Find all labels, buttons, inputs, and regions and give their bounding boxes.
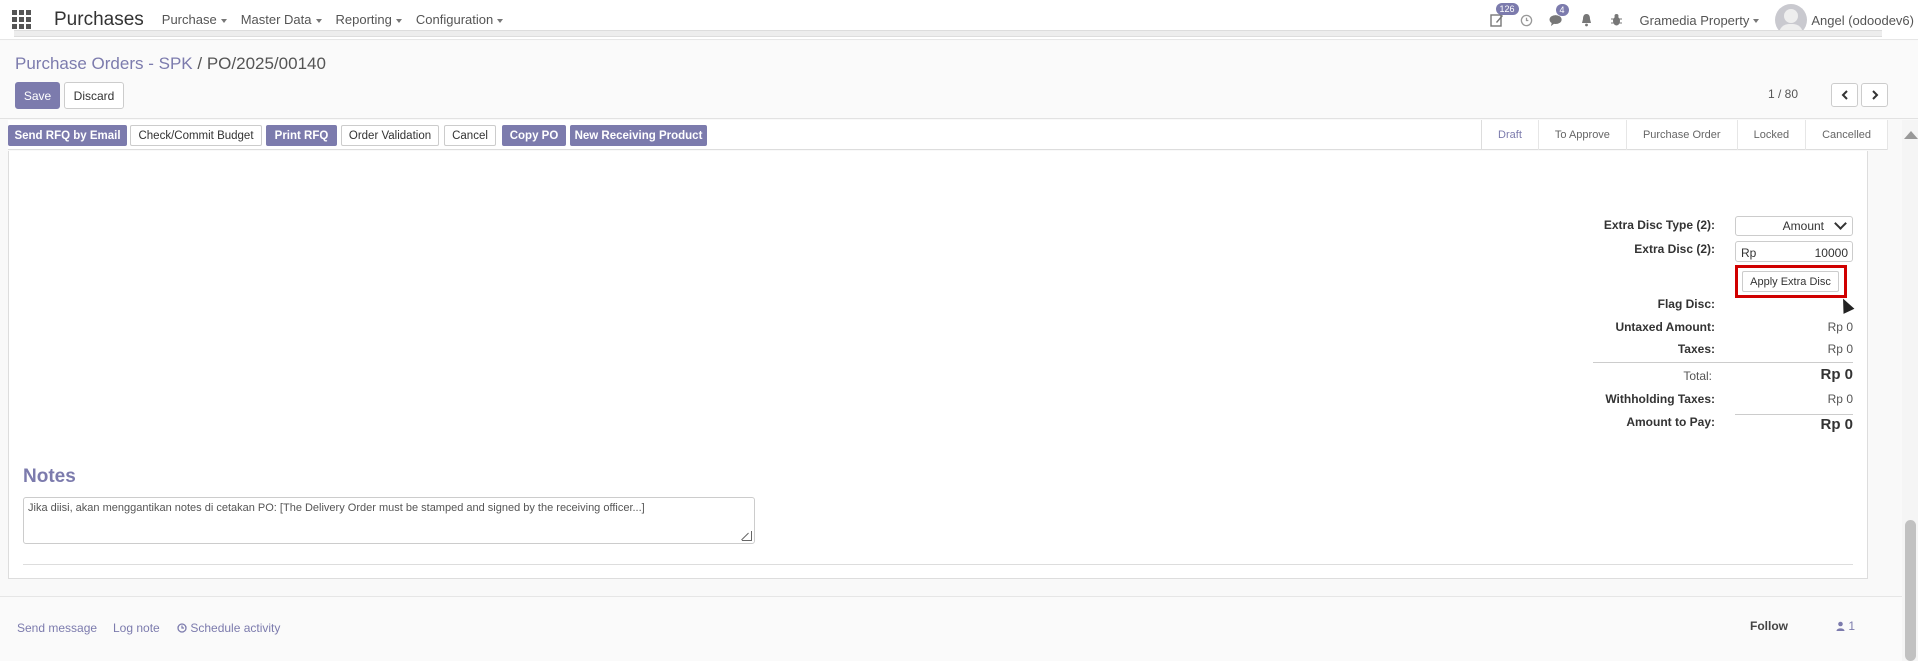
scrollbar-thumb[interactable] xyxy=(1905,520,1916,661)
pager-next-button[interactable] xyxy=(1861,83,1888,107)
stage-locked[interactable]: Locked xyxy=(1738,120,1807,150)
bug-icon[interactable] xyxy=(1602,13,1632,27)
extra-disc-input[interactable]: Rp 10000 xyxy=(1735,241,1853,262)
caret-down-icon xyxy=(315,18,322,23)
breadcrumb: Purchase Orders - SPK / PO/2025/00140 xyxy=(15,54,326,74)
form-statusbar: Send RFQ by Email Check/Commit Budget Pr… xyxy=(8,120,1888,150)
menu-purchase[interactable]: Purchase xyxy=(162,12,227,27)
follow-button[interactable]: Follow xyxy=(1750,619,1788,633)
messages-badge: 4 xyxy=(1555,3,1569,16)
sheet-bottom-divider xyxy=(23,564,1853,565)
currency-symbol: Rp xyxy=(1741,246,1757,260)
apply-extra-disc-button[interactable]: Apply Extra Disc xyxy=(1742,271,1839,292)
menu-configuration[interactable]: Configuration xyxy=(416,12,504,27)
breadcrumb-separator: / xyxy=(197,54,203,73)
clock-icon xyxy=(177,623,187,633)
taxes-label: Taxes: xyxy=(1677,342,1715,356)
stage-to-approve[interactable]: To Approve xyxy=(1539,120,1627,150)
followers-button[interactable]: 1 xyxy=(1836,619,1855,633)
total-separator xyxy=(1593,362,1853,363)
copy-po-button[interactable]: Copy PO xyxy=(502,125,566,146)
stage-cancelled[interactable]: Cancelled xyxy=(1806,120,1888,150)
edit-note-icon[interactable]: 126 xyxy=(1482,3,1519,27)
extra-disc-type-label: Extra Disc Type (2): xyxy=(1603,218,1715,232)
control-panel: Purchase Orders - SPK / PO/2025/00140 Sa… xyxy=(0,41,1918,119)
send-rfq-by-email-button[interactable]: Send RFQ by Email xyxy=(8,125,127,146)
save-button[interactable]: Save xyxy=(15,82,60,109)
untaxed-amount-value: Rp 0 xyxy=(1827,320,1853,334)
order-validation-button[interactable]: Order Validation xyxy=(341,125,439,146)
bell-icon[interactable] xyxy=(1572,13,1602,27)
page-scrollbar[interactable] xyxy=(1902,120,1918,661)
menu-master-data[interactable]: Master Data xyxy=(241,12,322,27)
print-rfq-button[interactable]: Print RFQ xyxy=(266,125,337,146)
extra-disc-type-select[interactable]: Amount xyxy=(1735,216,1853,236)
amount-separator xyxy=(1735,414,1853,415)
notes-title: Notes xyxy=(23,466,76,487)
stage-purchase-order[interactable]: Purchase Order xyxy=(1627,120,1738,150)
extra-disc-type-value: Amount xyxy=(1782,219,1824,233)
scroll-up-arrow-icon[interactable] xyxy=(1904,131,1918,139)
menu-reporting[interactable]: Reporting xyxy=(336,12,402,27)
amount-to-pay-label: Amount to Pay: xyxy=(1626,415,1715,429)
new-receiving-product-button[interactable]: New Receiving Product xyxy=(570,125,707,146)
notes-placeholder: Jika diisi, akan menggantikan notes di c… xyxy=(28,502,645,514)
chevron-right-icon xyxy=(1871,90,1878,100)
total-label: Total: xyxy=(1683,369,1712,383)
taxes-value: Rp 0 xyxy=(1827,342,1853,356)
pager-previous-button[interactable] xyxy=(1831,83,1858,107)
check-commit-budget-button[interactable]: Check/Commit Budget xyxy=(130,125,262,146)
schedule-activity-link[interactable]: Schedule activity xyxy=(177,621,280,635)
caret-down-icon xyxy=(395,18,402,23)
breadcrumb-parent[interactable]: Purchase Orders - SPK xyxy=(15,54,193,73)
stage-draft[interactable]: Draft xyxy=(1482,120,1539,150)
send-message-link[interactable]: Send message xyxy=(17,621,97,635)
pager-value[interactable]: 1 / 80 xyxy=(1768,87,1798,101)
notes-textarea[interactable]: Jika diisi, akan menggantikan notes di c… xyxy=(23,497,755,544)
extra-disc-value: 10000 xyxy=(1814,246,1848,260)
chatter: Send message Log note Schedule activity … xyxy=(0,596,1918,661)
company-switcher[interactable]: Gramedia Property xyxy=(1640,13,1760,28)
section-divider xyxy=(14,30,1882,37)
cancel-button[interactable]: Cancel xyxy=(444,125,496,146)
resize-handle-icon[interactable] xyxy=(742,531,752,541)
withholding-taxes-label: Withholding Taxes: xyxy=(1605,392,1715,406)
user-menu[interactable]: Angel (odoodev6) xyxy=(1811,13,1914,28)
chevron-down-icon xyxy=(1834,217,1847,230)
withholding-taxes-value: Rp 0 xyxy=(1827,392,1853,406)
total-value: Rp 0 xyxy=(1820,366,1853,383)
chat-icon[interactable]: 4 xyxy=(1542,3,1572,27)
extra-disc-label: Extra Disc (2): xyxy=(1634,242,1715,256)
flag-disc-label: Flag Disc: xyxy=(1657,297,1715,311)
chevron-left-icon xyxy=(1841,90,1848,100)
apps-menu-icon[interactable] xyxy=(12,10,34,29)
log-note-link[interactable]: Log note xyxy=(113,621,160,635)
discard-button[interactable]: Discard xyxy=(64,82,124,109)
caret-down-icon xyxy=(220,18,227,23)
user-icon xyxy=(1836,621,1845,631)
status-stages: Draft To Approve Purchase Order Locked C… xyxy=(1481,120,1888,150)
untaxed-amount-label: Untaxed Amount: xyxy=(1615,320,1715,334)
followers-count: 1 xyxy=(1848,619,1856,633)
highlight-box: Apply Extra Disc xyxy=(1735,265,1847,298)
main-menu: Purchase Master Data Reporting Configura… xyxy=(162,12,517,27)
breadcrumb-current: PO/2025/00140 xyxy=(206,54,326,73)
caret-down-icon xyxy=(1753,19,1760,24)
amount-to-pay-value: Rp 0 xyxy=(1820,416,1853,433)
app-title[interactable]: Purchases xyxy=(54,9,144,31)
schedule-activity-label: Schedule activity xyxy=(190,621,281,635)
clock-icon[interactable] xyxy=(1512,14,1542,27)
caret-down-icon xyxy=(497,18,504,23)
